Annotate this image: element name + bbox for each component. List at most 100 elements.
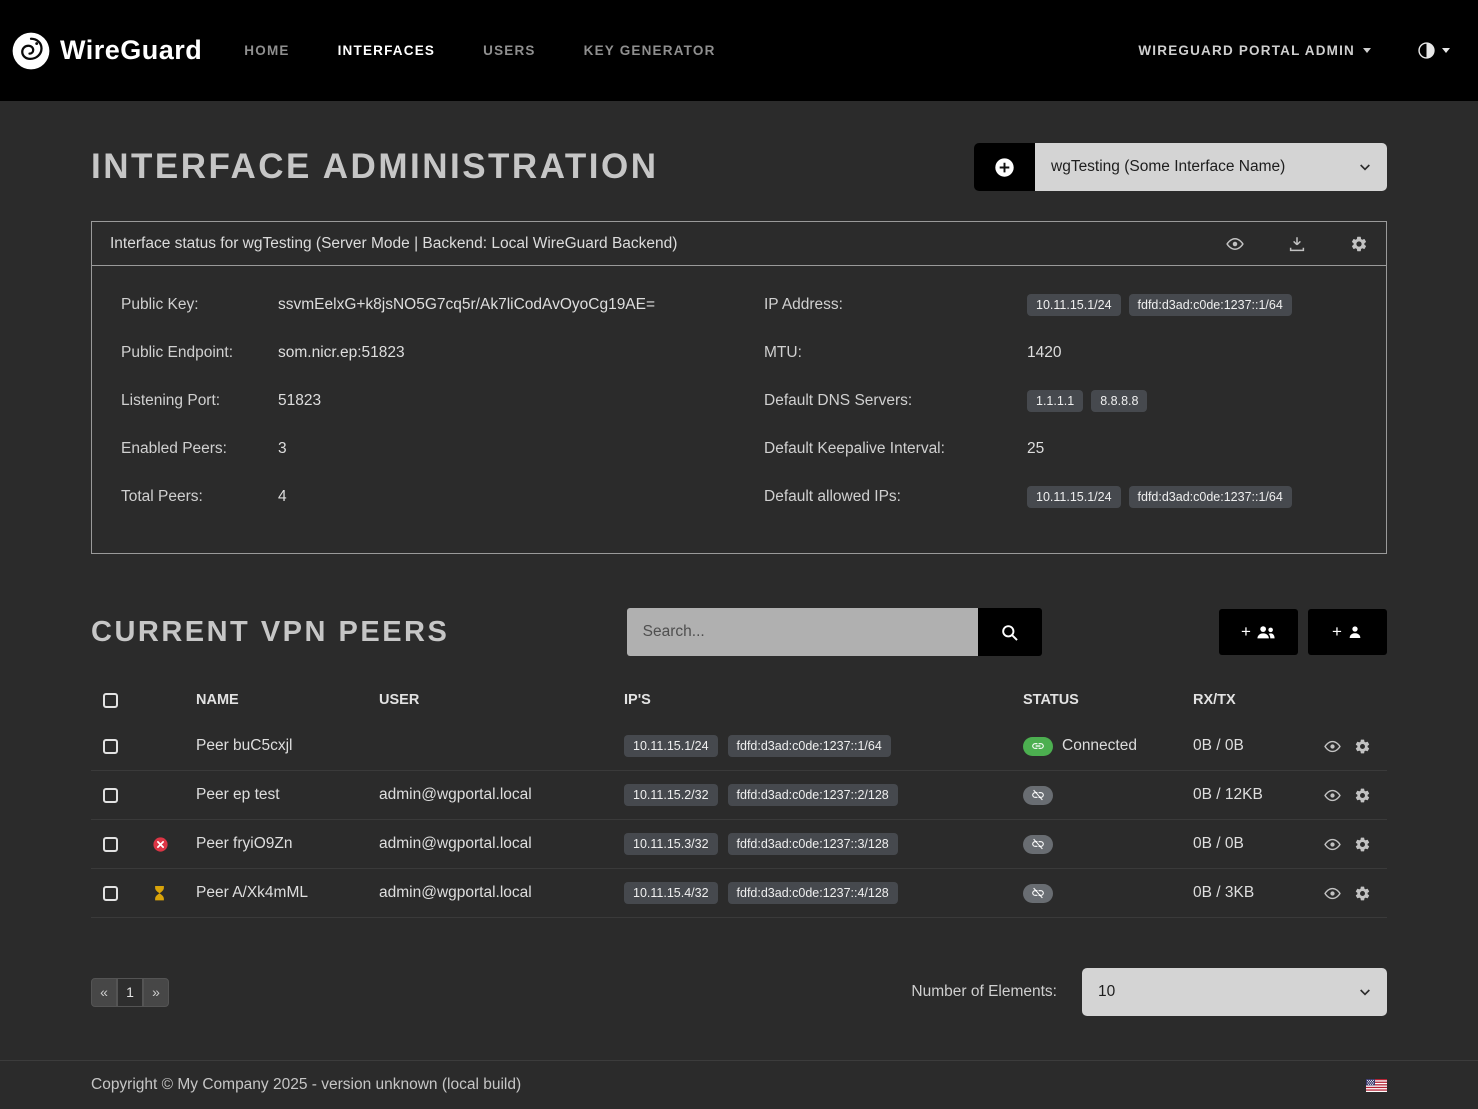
peer-checkbox[interactable]	[103, 739, 118, 754]
kv-label: MTU:	[764, 344, 1027, 362]
peer-user: admin@wgportal.local	[379, 884, 624, 902]
edit-peer-button[interactable]	[1354, 738, 1371, 755]
interface-picker: wgTesting (Some Interface Name)	[974, 143, 1387, 191]
peer-ip-badge: 10.11.15.2/32	[624, 784, 718, 806]
peer-traffic: 0B / 12KB	[1193, 786, 1303, 804]
ip-badge: 10.11.15.1/24	[1027, 294, 1121, 316]
enabled-peers-value: 3	[278, 440, 287, 458]
us-flag-icon[interactable]	[1366, 1079, 1387, 1092]
eye-icon	[1324, 885, 1341, 902]
peer-name: Peer A/Xk4mML	[196, 884, 379, 902]
brand[interactable]: WireGuard	[10, 30, 202, 72]
plus-sign: +	[1332, 622, 1342, 642]
pagination: « 1 »	[91, 978, 169, 1007]
add-multiple-peers-button[interactable]: +	[1219, 609, 1298, 655]
interface-status-title: Interface status for wgTesting (Server M…	[110, 235, 677, 253]
status-disconnected-icon	[1023, 835, 1053, 854]
nav-interfaces[interactable]: INTERFACES	[338, 43, 436, 58]
nav-users[interactable]: USERS	[483, 43, 536, 58]
plus-circle-icon	[994, 157, 1015, 178]
kv-label: Default allowed IPs:	[764, 488, 1027, 506]
main-nav: HOME INTERFACES USERS KEY GENERATOR	[244, 43, 715, 58]
eye-icon	[1324, 738, 1341, 755]
mtu-value: 1420	[1027, 344, 1061, 362]
peer-row: Peer fryiO9Zn admin@wgportal.local 10.11…	[91, 820, 1387, 869]
column-header-ips: IP'S	[624, 692, 1023, 708]
elements-select[interactable]: 10	[1082, 968, 1387, 1016]
theme-toggle[interactable]	[1417, 41, 1450, 60]
peer-ip-badge: 10.11.15.4/32	[624, 882, 718, 904]
gear-icon	[1354, 738, 1371, 755]
peer-ip-badge: 10.11.15.1/24	[624, 735, 718, 757]
select-all-checkbox[interactable]	[103, 693, 118, 708]
peer-ip-badge: fdfd:d3ad:c0de:1237::2/128	[728, 784, 898, 806]
elements-label: Number of Elements:	[911, 983, 1057, 1001]
link-slash-icon	[1031, 788, 1045, 802]
navbar-right: WIREGUARD PORTAL ADMIN	[1138, 41, 1450, 60]
link-slash-icon	[1031, 837, 1045, 851]
peer-row: Peer buC5cxjl 10.11.15.1/24 fdfd:d3ad:c0…	[91, 722, 1387, 771]
view-peer-button[interactable]	[1324, 885, 1341, 902]
plus-sign: +	[1241, 622, 1251, 642]
search-icon	[1000, 623, 1019, 642]
view-peer-button[interactable]	[1324, 836, 1341, 853]
dns-badge: 1.1.1.1	[1027, 390, 1083, 412]
user-menu-label: WIREGUARD PORTAL ADMIN	[1138, 43, 1355, 58]
kv-label: IP Address:	[764, 296, 1027, 314]
search-button[interactable]	[978, 608, 1042, 656]
edit-peer-button[interactable]	[1354, 787, 1371, 804]
dns-badge: 8.8.8.8	[1091, 390, 1147, 412]
interface-select-value: wgTesting (Some Interface Name)	[1051, 158, 1285, 176]
user-menu[interactable]: WIREGUARD PORTAL ADMIN	[1138, 43, 1371, 58]
allowed-ip-badge: 10.11.15.1/24	[1027, 486, 1121, 508]
peer-name: Peer fryiO9Zn	[196, 835, 379, 853]
chevron-down-icon	[1357, 159, 1373, 175]
pagination-page-1[interactable]: 1	[117, 978, 143, 1007]
download-config-button[interactable]	[1288, 235, 1306, 253]
peer-user: admin@wgportal.local	[379, 786, 624, 804]
pagination-next[interactable]: »	[143, 978, 169, 1007]
view-peer-button[interactable]	[1324, 787, 1341, 804]
eye-icon	[1226, 235, 1244, 253]
theme-contrast-icon	[1417, 41, 1436, 60]
view-peer-button[interactable]	[1324, 738, 1341, 755]
user-icon	[1347, 624, 1363, 640]
keepalive-value: 25	[1027, 440, 1044, 458]
main-content: INTERFACE ADMINISTRATION wgTesting (Some…	[91, 101, 1387, 1016]
search-input[interactable]	[627, 608, 978, 656]
kv-label: Public Endpoint:	[121, 344, 278, 362]
peer-checkbox[interactable]	[103, 837, 118, 852]
peer-expiring-icon	[152, 884, 167, 903]
peer-traffic: 0B / 0B	[1193, 737, 1303, 755]
ip-badge: fdfd:d3ad:c0de:1237::1/64	[1129, 294, 1292, 316]
nav-key-generator[interactable]: KEY GENERATOR	[584, 43, 716, 58]
column-header-rxtx: RX/TX	[1193, 692, 1303, 708]
listening-port-value: 51823	[278, 392, 321, 410]
nav-home[interactable]: HOME	[244, 43, 289, 58]
peer-checkbox[interactable]	[103, 886, 118, 901]
edit-interface-button[interactable]	[1350, 235, 1368, 253]
total-peers-value: 4	[278, 488, 287, 506]
gear-icon	[1354, 885, 1371, 902]
allowed-ip-badge: fdfd:d3ad:c0de:1237::1/64	[1129, 486, 1292, 508]
pagination-prev[interactable]: «	[91, 978, 117, 1007]
add-peer-button[interactable]: +	[1308, 609, 1387, 655]
peer-add-buttons: + +	[1219, 609, 1387, 655]
link-icon	[1031, 739, 1045, 753]
kv-label: Default Keepalive Interval:	[764, 440, 1027, 458]
interface-select[interactable]: wgTesting (Some Interface Name)	[1035, 143, 1387, 191]
kv-label: Listening Port:	[121, 392, 278, 410]
edit-peer-button[interactable]	[1354, 836, 1371, 853]
interface-status-card: Interface status for wgTesting (Server M…	[91, 221, 1387, 554]
peers-table: NAME USER IP'S STATUS RX/TX Peer buC5cxj…	[91, 678, 1387, 918]
download-icon	[1288, 235, 1306, 253]
edit-peer-button[interactable]	[1354, 885, 1371, 902]
peer-ip-badge: fdfd:d3ad:c0de:1237::1/64	[728, 735, 891, 757]
peer-checkbox[interactable]	[103, 788, 118, 803]
brand-name: WireGuard	[60, 35, 202, 66]
column-header-status: STATUS	[1023, 692, 1193, 708]
view-config-button[interactable]	[1226, 235, 1244, 253]
link-slash-icon	[1031, 886, 1045, 900]
add-interface-button[interactable]	[974, 143, 1035, 191]
peer-ip-badge: fdfd:d3ad:c0de:1237::4/128	[728, 882, 898, 904]
